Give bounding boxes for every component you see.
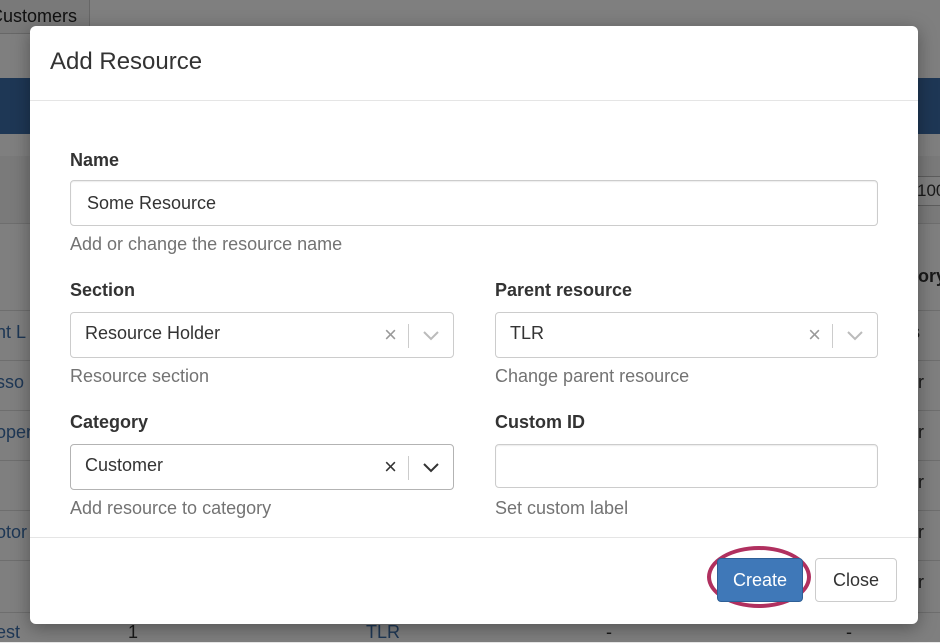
create-button[interactable]: Create [717,558,803,602]
add-resource-modal: Add Resource Name Add or change the reso… [30,26,918,624]
parent-resource-select[interactable]: TLR × [495,312,878,358]
parent-resource-clear-icon[interactable]: × [808,322,821,348]
category-label: Category [70,412,149,432]
section-select[interactable]: Resource Holder × [70,312,454,358]
category-help-text: Add resource to category [70,498,272,518]
section-select-value: Resource Holder [85,323,221,343]
modal-header: Add Resource [30,26,918,101]
section-clear-icon[interactable]: × [384,322,397,348]
category-select-value: Customer [85,455,164,475]
select-separator [408,324,409,348]
chevron-down-icon[interactable] [845,327,865,345]
custom-id-help-text: Set custom label [495,498,629,518]
parent-resource-help-text: Change parent resource [495,366,690,386]
modal-body: Name Add or change the resource name Sec… [30,102,918,537]
select-separator [408,456,409,480]
modal-footer: Create Close [30,537,918,624]
section-label: Section [70,280,136,300]
section-help-text: Resource section [70,366,210,386]
name-help-text: Add or change the resource name [70,234,343,254]
close-button[interactable]: Close [815,558,897,602]
name-label: Name [70,150,120,170]
modal-title: Add Resource [50,48,203,75]
custom-id-input[interactable] [495,444,878,488]
category-clear-icon[interactable]: × [384,454,397,480]
chevron-down-icon[interactable] [421,459,441,477]
custom-id-label: Custom ID [495,412,585,432]
parent-resource-select-value: TLR [510,323,545,343]
category-select[interactable]: Customer × [70,444,454,490]
parent-resource-label: Parent resource [495,280,633,300]
chevron-down-icon[interactable] [421,327,441,345]
select-separator [832,324,833,348]
name-input[interactable] [70,180,878,226]
